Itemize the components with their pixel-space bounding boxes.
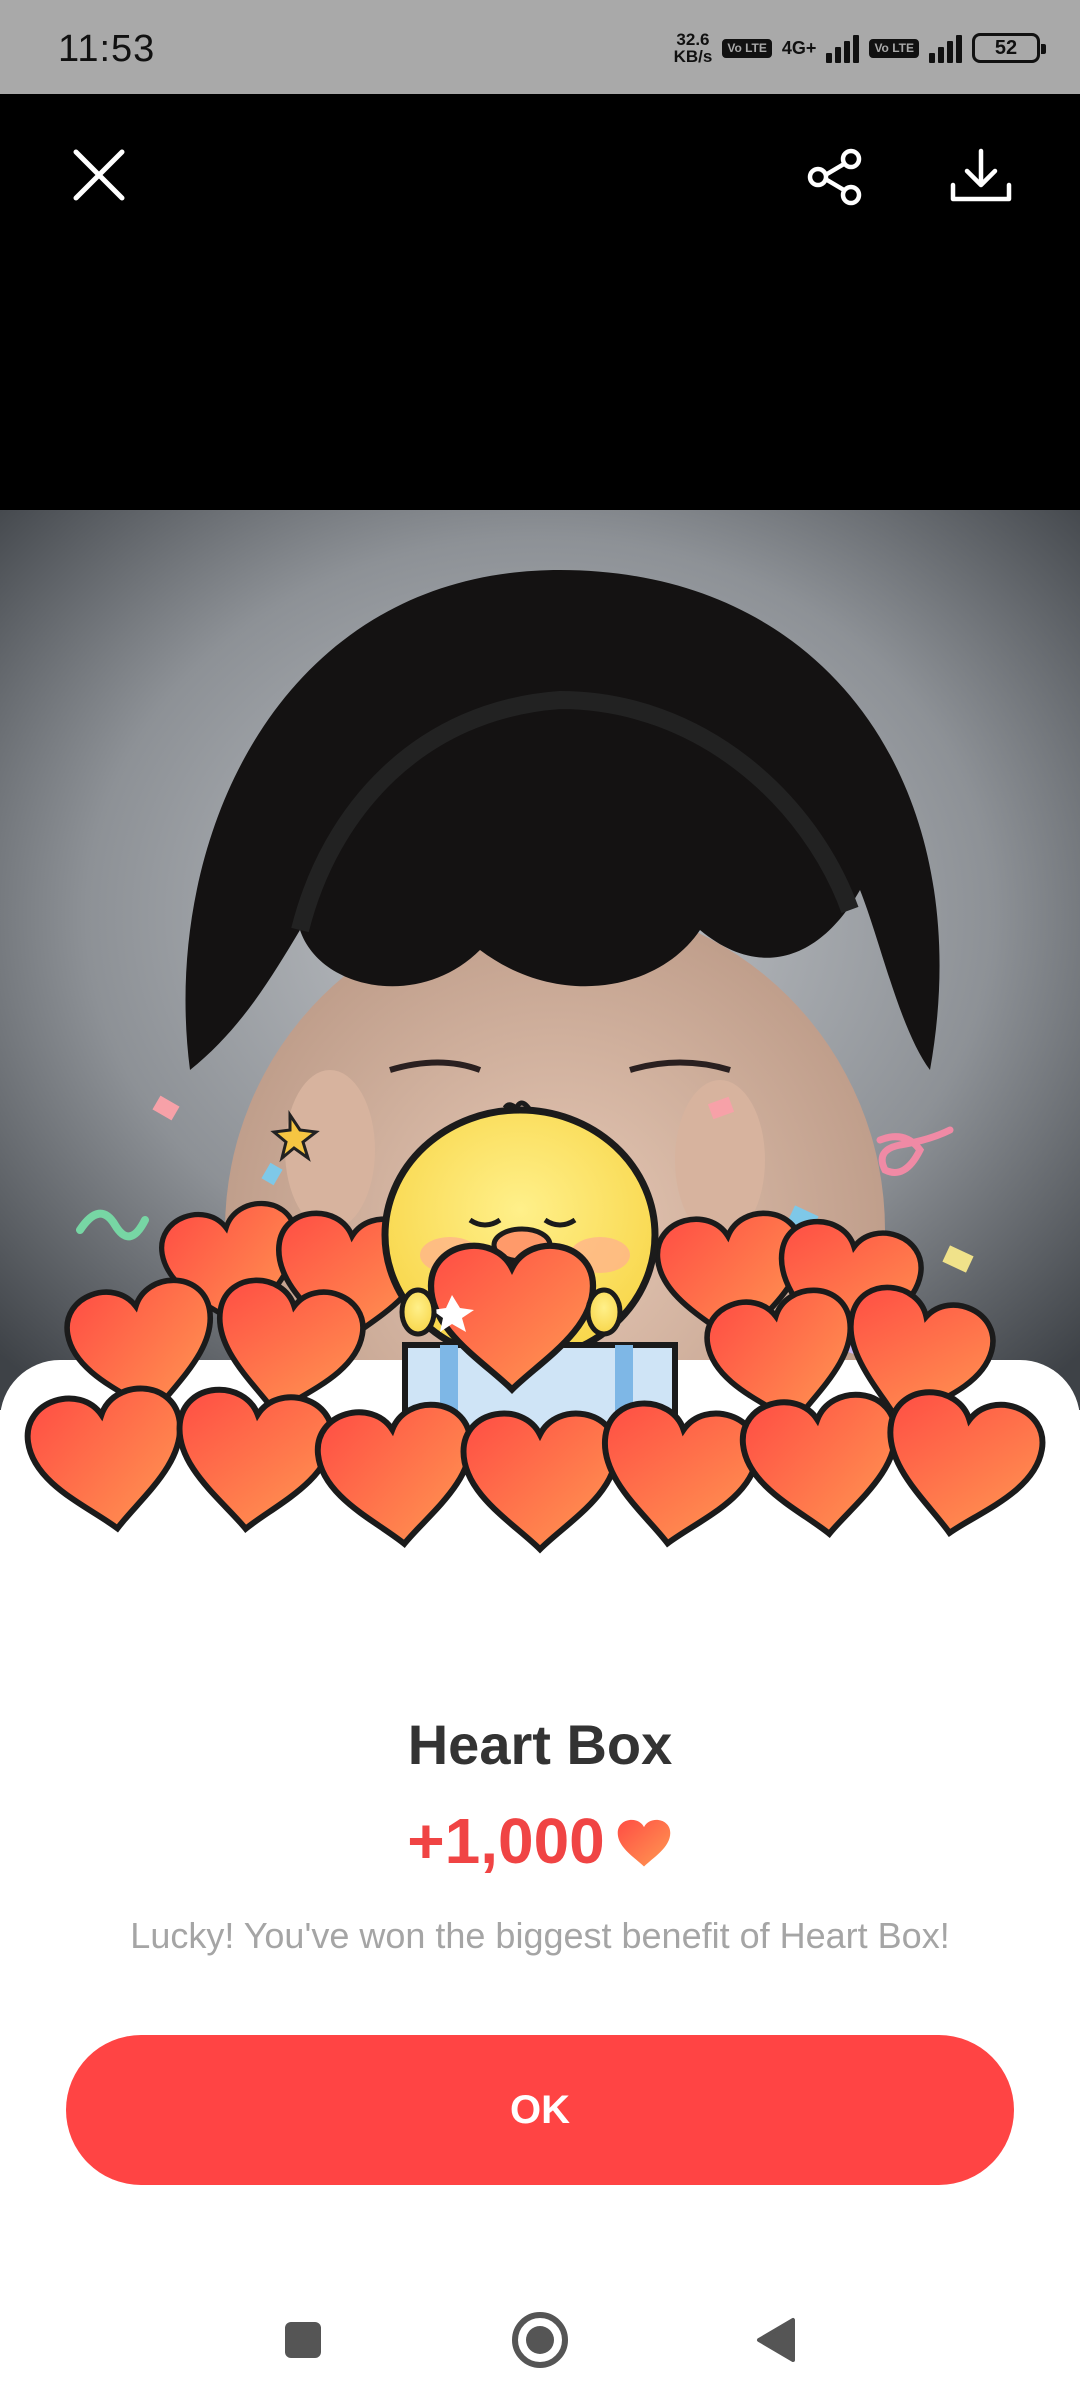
popup-title: Heart Box — [407, 1713, 673, 1776]
close-button[interactable] — [54, 130, 144, 220]
network-type: 4G+ — [781, 38, 817, 58]
navigation-bar — [0, 2240, 1080, 2400]
recent-apps-icon — [285, 2322, 321, 2358]
home-icon — [512, 2312, 568, 2368]
volte-icon-2: Vo LTE — [869, 38, 919, 58]
reward-row: +1,000 — [0, 1804, 1080, 1878]
status-icons: 32.6 KB/s Vo LTE 4G+ Vo LTE 52 — [673, 26, 1046, 70]
network-speed: 32.6 KB/s — [673, 30, 713, 66]
recent-apps-button[interactable] — [263, 2300, 343, 2380]
heart-icon — [617, 1819, 671, 1867]
close-icon — [73, 149, 125, 201]
back-icon — [757, 2318, 795, 2362]
home-button[interactable] — [500, 2300, 580, 2380]
share-button[interactable] — [790, 132, 880, 222]
battery-icon: 52 — [972, 33, 1046, 63]
popup-description: Lucky! You've won the biggest benefit of… — [130, 1915, 950, 1956]
download-icon — [950, 148, 1012, 202]
signal-icon — [826, 33, 860, 63]
back-button[interactable] — [735, 2300, 815, 2380]
download-button[interactable] — [936, 132, 1026, 222]
volte-icon: Vo LTE — [722, 38, 772, 58]
signal-icon-2 — [929, 33, 962, 63]
reward-amount: +1,000 — [407, 1805, 605, 1877]
status-bar: 11:53 32.6 KB/s Vo LTE 4G+ Vo LTE 52 — [0, 0, 1080, 94]
viewer-toolbar — [0, 94, 1080, 510]
status-time: 11:53 — [58, 28, 156, 70]
share-icon — [807, 148, 862, 206]
heart-box-illustration — [0, 1095, 1080, 1570]
ok-button[interactable]: OK — [66, 2035, 1014, 2185]
